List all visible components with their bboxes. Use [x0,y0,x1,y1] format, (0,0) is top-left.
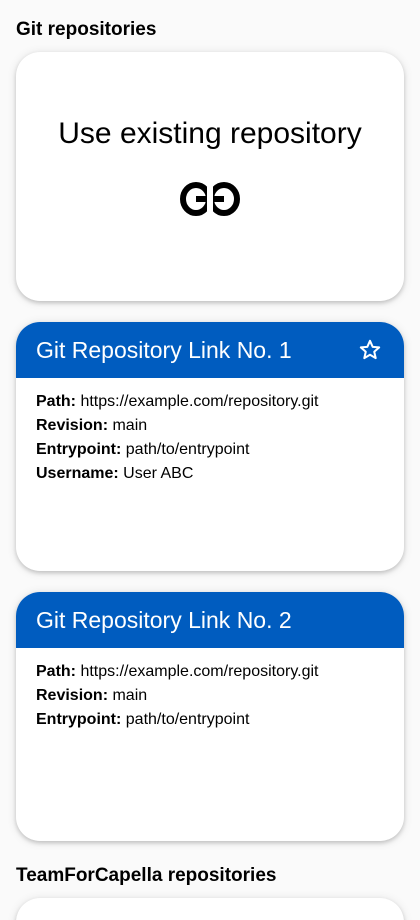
entrypoint-value: path/to/entrypoint [125,711,250,728]
revision-value: main [112,687,148,704]
repository-card-1[interactable]: Git Repository Link No. 1 Path: https://… [16,322,404,571]
entrypoint-value: path/to/entrypoint [125,441,250,458]
star-outline-icon [359,339,381,360]
path-value: https://example.com/repository.git [80,393,319,410]
entrypoint-label: Entrypoint: [36,441,122,458]
use-existing-repository-title: Use existing repository [58,117,362,150]
revision-label: Revision: [36,417,109,434]
revision-row: Revision: main [36,414,384,438]
git-repositories-heading: Git repositories [16,19,157,40]
repository-title: Git Repository Link No. 2 [36,607,292,633]
username-value: User ABC [123,465,194,482]
revision-label: Revision: [36,687,109,704]
username-row: Username: User ABC [36,462,384,486]
entrypoint-row: Entrypoint: path/to/entrypoint [36,708,384,732]
use-existing-repository-card[interactable]: Use existing repository [16,52,404,301]
teamforcapella-repositories-heading: TeamForCapella repositories [16,865,277,886]
path-row: Path: https://example.com/repository.git [36,660,384,684]
path-label: Path: [36,393,76,410]
repository-title: Git Repository Link No. 1 [36,337,292,363]
revision-row: Revision: main [36,684,384,708]
page: Git repositories Use existing repository… [0,0,420,920]
revision-value: main [112,417,148,434]
teamforcapella-repository-card[interactable] [16,898,404,920]
repository-details: Path: https://example.com/repository.git… [16,378,404,486]
path-label: Path: [36,663,76,680]
entrypoint-row: Entrypoint: path/to/entrypoint [36,438,384,462]
primary-repository-star-button[interactable] [356,336,384,364]
repository-card-header: Git Repository Link No. 2 [16,592,404,648]
repository-details: Path: https://example.com/repository.git… [16,648,404,732]
repository-card-2[interactable]: Git Repository Link No. 2 Path: https://… [16,592,404,841]
path-row: Path: https://example.com/repository.git [36,390,384,414]
link-icon [180,182,240,216]
repository-card-header: Git Repository Link No. 1 [16,322,404,378]
entrypoint-label: Entrypoint: [36,711,122,728]
username-label: Username: [36,465,119,482]
path-value: https://example.com/repository.git [80,663,319,680]
